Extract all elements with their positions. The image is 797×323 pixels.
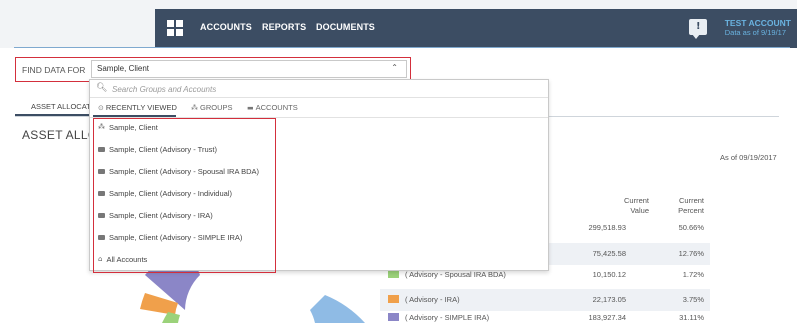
apps-grid-icon[interactable] bbox=[167, 20, 183, 36]
group-icon: ⁂ bbox=[98, 123, 105, 132]
list-item[interactable]: Sample, Client (Advisory - Spousal IRA B… bbox=[98, 167, 259, 176]
nav-reports[interactable]: REPORTS bbox=[262, 22, 306, 32]
list-item[interactable]: Sample, Client (Advisory - Individual) bbox=[98, 189, 232, 198]
list-item-label: Sample, Client (Advisory - Spousal IRA B… bbox=[109, 167, 260, 176]
account-info[interactable]: TEST ACCOUNT Data as of 9/19/17 bbox=[725, 18, 791, 38]
row-value: 183,927.34 bbox=[588, 313, 626, 322]
tab-accounts[interactable]: ▬ ACCOUNTS bbox=[247, 103, 298, 112]
briefcase-icon bbox=[98, 146, 105, 152]
client-select-value: Sample, Client bbox=[97, 64, 150, 73]
row-percent: 12.76% bbox=[678, 249, 704, 258]
col-current-value: Current Value bbox=[612, 196, 649, 216]
clock-icon: ⊙ bbox=[98, 104, 104, 112]
legend-swatch bbox=[388, 313, 399, 321]
search-row: 🔍︎ bbox=[90, 80, 548, 98]
list-item-label: All Accounts bbox=[106, 255, 148, 264]
row-percent: 3.75% bbox=[682, 295, 704, 304]
donut-slice-spousal bbox=[162, 312, 180, 323]
tab-recently-viewed[interactable]: ⊙ RECENTLY VIEWED bbox=[98, 103, 177, 112]
briefcase-icon bbox=[98, 190, 105, 196]
legend-swatch bbox=[388, 270, 399, 278]
find-data-label: FIND DATA FOR bbox=[22, 65, 86, 75]
list-item-label: Sample, Client (Advisory - Trust) bbox=[109, 145, 217, 154]
col-value-line2: Value bbox=[630, 206, 649, 215]
search-icon: 🔍︎ bbox=[96, 83, 108, 93]
nav-documents[interactable]: DOCUMENTS bbox=[316, 22, 375, 32]
donut-slice-advisory bbox=[310, 295, 365, 323]
row-value: 10,150.12 bbox=[592, 270, 626, 279]
active-tab-indicator bbox=[93, 115, 176, 117]
chat-icon[interactable]: ! bbox=[689, 19, 707, 39]
list-item[interactable]: Sample, Client (Advisory - Trust) bbox=[98, 145, 217, 154]
col-current-percent: Current Percent bbox=[668, 196, 704, 216]
list-item[interactable]: ⌂ All Accounts bbox=[98, 255, 147, 264]
caret-up-icon: ⌃ bbox=[391, 63, 398, 72]
briefcase-icon bbox=[98, 168, 105, 174]
group-icon: ⁂ bbox=[191, 104, 198, 112]
row-label: ( Advisory - SIMPLE IRA) bbox=[405, 313, 490, 322]
nav-accounts[interactable]: ACCOUNTS bbox=[200, 22, 252, 32]
col-percent-line1: Current bbox=[678, 196, 704, 205]
row-value: 299,518.93 bbox=[588, 223, 626, 232]
list-item-label: Sample, Client (Advisory - SIMPLE IRA) bbox=[109, 233, 243, 242]
list-item[interactable]: Sample, Client (Advisory - IRA) bbox=[98, 211, 213, 220]
as-of-date: As of 09/19/2017 bbox=[720, 153, 777, 162]
divider bbox=[14, 47, 790, 48]
row-percent: 1.72% bbox=[682, 270, 704, 279]
col-value-line1: Current bbox=[623, 196, 649, 205]
tab-groups[interactable]: ⁂ GROUPS bbox=[191, 103, 233, 112]
row-percent: 31.11% bbox=[679, 313, 704, 322]
col-percent-line2: Percent bbox=[678, 206, 704, 215]
recent-results-list: ⁂ Sample, Client Sample, Client (Advisory… bbox=[93, 118, 276, 273]
account-dropdown: 🔍︎ ⊙RECENTLY VIEWED ⁂GROUPS ▬ACCOUNTS ⁂S… bbox=[89, 79, 549, 273]
legend-swatch bbox=[388, 295, 399, 303]
tab-label: ACCOUNTS bbox=[255, 103, 298, 112]
page-heading: ASSET ALLOCATION bbox=[22, 128, 94, 142]
row-value: 22,173.05 bbox=[592, 295, 626, 304]
list-item[interactable]: Sample, Client (Advisory - SIMPLE IRA) bbox=[98, 233, 242, 242]
row-percent: 50.66% bbox=[678, 223, 704, 232]
home-icon: ⌂ bbox=[98, 255, 103, 264]
table-row: ( Advisory - SIMPLE IRA) 183,927.34 31.1… bbox=[380, 307, 710, 323]
list-item-label: Sample, Client (Advisory - IRA) bbox=[109, 211, 213, 220]
search-input[interactable] bbox=[112, 82, 532, 96]
briefcase-icon bbox=[98, 234, 105, 240]
list-item-label: Sample, Client (Advisory - Individual) bbox=[109, 189, 232, 198]
tab-label: RECENTLY VIEWED bbox=[105, 103, 177, 112]
row-value: 75,425.58 bbox=[592, 249, 626, 258]
row-label: ( Advisory - IRA) bbox=[405, 295, 460, 304]
client-select[interactable]: Sample, Client ⌃ bbox=[91, 60, 407, 78]
briefcase-icon: ▬ bbox=[247, 104, 254, 112]
list-item[interactable]: ⁂ Sample, Client bbox=[98, 123, 158, 132]
tab-asset-allocation[interactable]: ASSET ALLOCATION bbox=[15, 99, 100, 116]
list-item-label: Sample, Client bbox=[109, 123, 158, 132]
account-date: Data as of 9/19/17 bbox=[724, 28, 787, 37]
account-name: TEST ACCOUNT bbox=[724, 18, 791, 28]
row-label: ( Advisory - Spousal IRA BDA) bbox=[405, 270, 506, 279]
briefcase-icon bbox=[98, 212, 105, 218]
tab-label: GROUPS bbox=[200, 103, 233, 112]
main-nav: ACCOUNTS REPORTS DOCUMENTS ! TEST ACCOUN… bbox=[155, 9, 797, 48]
